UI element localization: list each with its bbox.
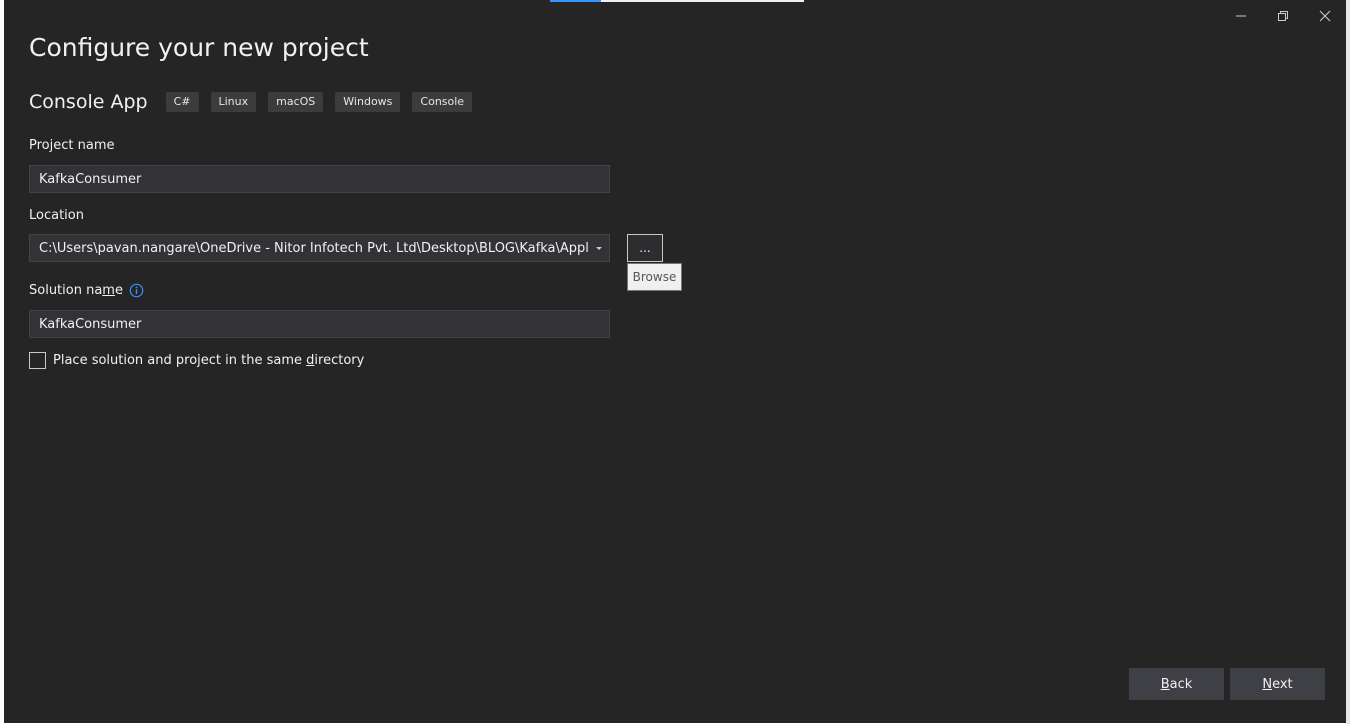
restore-button[interactable] — [1262, 0, 1304, 32]
browse-tooltip: Browse — [627, 263, 682, 291]
location-value: C:\Users\pavan.nangare\OneDrive - Nitor … — [39, 240, 589, 256]
same-directory-checkbox[interactable] — [29, 352, 46, 369]
dropdown-arrow-icon[interactable] — [589, 235, 609, 261]
tag-linux: Linux — [210, 92, 257, 112]
tag-console: Console — [412, 92, 473, 112]
page-title: Configure your new project — [29, 33, 369, 62]
configure-project-window: Configure your new project Console App C… — [4, 0, 1346, 723]
info-icon[interactable] — [129, 283, 144, 298]
back-button[interactable]: Back — [1129, 668, 1224, 700]
tag-csharp: C# — [165, 92, 199, 112]
template-name: Console App — [29, 91, 148, 113]
close-button[interactable] — [1304, 0, 1346, 32]
progress-remaining — [600, 0, 804, 2]
restore-icon — [1278, 11, 1288, 21]
minimize-icon — [1236, 15, 1246, 17]
tag-macos: macOS — [268, 92, 324, 112]
solution-name-input[interactable] — [29, 310, 610, 338]
progress-fill — [550, 0, 601, 2]
next-button[interactable]: Next — [1230, 668, 1325, 700]
same-directory-option[interactable]: Place solution and project in the same d… — [29, 352, 364, 369]
minimize-button[interactable] — [1220, 0, 1262, 32]
location-label: Location — [29, 208, 84, 223]
window-controls — [1220, 0, 1346, 32]
progress-bar — [550, 0, 804, 2]
location-combobox[interactable]: C:\Users\pavan.nangare\OneDrive - Nitor … — [29, 234, 610, 262]
window-edge — [1346, 0, 1350, 724]
close-icon — [1319, 10, 1331, 22]
solution-name-label: Solution name — [29, 283, 144, 298]
project-name-label: Project name — [29, 138, 115, 153]
same-directory-label: Place solution and project in the same d… — [53, 353, 365, 368]
browse-button[interactable]: ... — [627, 234, 663, 262]
template-info: Console App C# Linux macOS Windows Conso… — [29, 91, 484, 113]
tag-windows: Windows — [335, 92, 401, 112]
project-name-input[interactable] — [29, 165, 610, 193]
solution-name-label-text: Solution name — [29, 283, 123, 298]
